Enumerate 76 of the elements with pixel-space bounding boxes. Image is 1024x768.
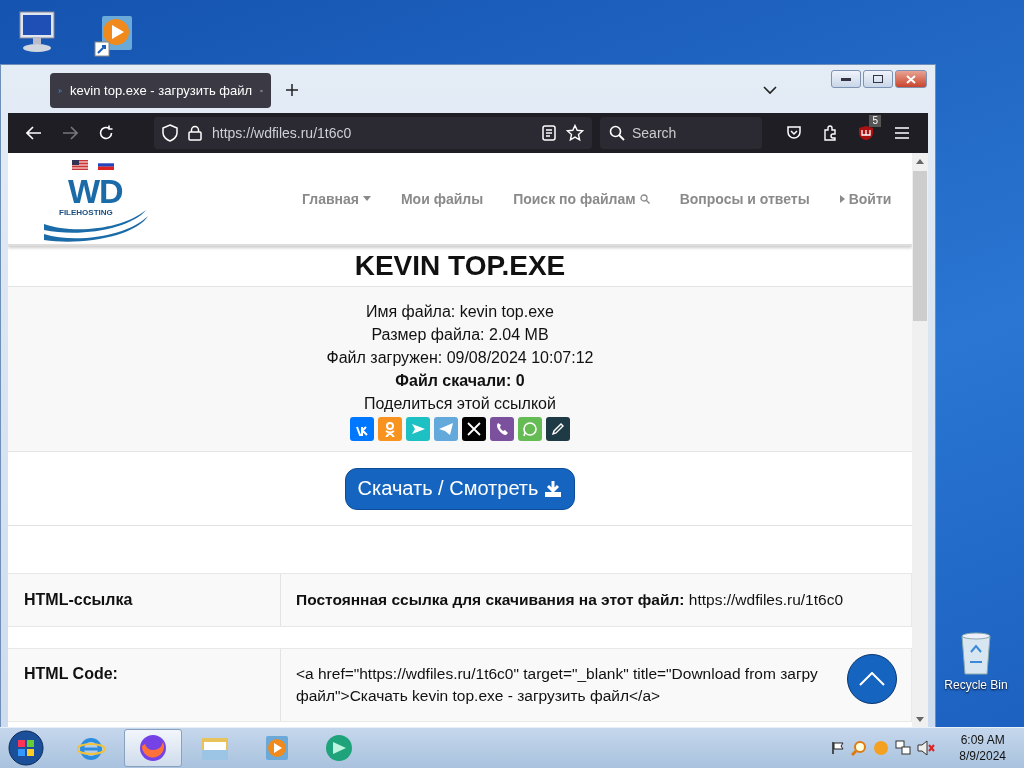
search-icon <box>639 193 650 204</box>
minimize-button[interactable] <box>831 70 861 88</box>
reader-view-icon[interactable] <box>542 125 556 141</box>
count-badge: 5 <box>869 115 881 127</box>
maximize-button[interactable] <box>863 70 893 88</box>
start-button[interactable] <box>6 728 46 768</box>
share-button[interactable] <box>462 417 486 441</box>
shield-badge-icon <box>858 125 874 141</box>
logo-tagline: FILEHOSTING <box>59 207 113 217</box>
share-icon <box>438 421 454 437</box>
logo-text: WD <box>68 173 123 208</box>
pocket-icon <box>786 125 802 141</box>
minimize-icon <box>841 76 851 82</box>
scrollbar-thumb[interactable] <box>913 171 927 321</box>
scroll-up-icon[interactable] <box>916 158 924 164</box>
page-title: KEVIN TOP.EXE <box>353 249 567 283</box>
recycle-bin-icon[interactable] <box>958 630 994 676</box>
file-info-text: Файл скачали: 0 <box>395 371 525 391</box>
table-label: HTML-ссылка <box>8 574 281 626</box>
taskbar-app-button[interactable] <box>124 729 182 767</box>
share-icon <box>466 421 482 437</box>
download-icon <box>544 479 563 498</box>
search-icon <box>609 125 625 141</box>
share-icon <box>522 421 538 437</box>
table-value: Постоянная ссылка для скачивания на этот файл: https://wdfiles.ru/1t6c0 <box>296 590 844 610</box>
share-icon <box>410 421 426 437</box>
star-icon[interactable] <box>566 124 584 142</box>
scroll-down-icon[interactable] <box>916 716 924 722</box>
round-app-icon <box>325 734 353 762</box>
recycle-bin-label: Recycle Bin <box>944 678 1008 692</box>
browser-fox-icon <box>139 734 167 762</box>
file-info-text: Поделиться этой ссылкой <box>364 394 556 414</box>
nav-link[interactable]: Поиск по файлам <box>513 190 650 207</box>
chevron-up-icon <box>859 672 885 686</box>
share-button[interactable] <box>546 417 570 441</box>
flag-icon[interactable] <box>831 741 846 755</box>
media-player-icon <box>263 734 291 762</box>
back-arrow-icon <box>26 126 42 140</box>
shield-icon[interactable] <box>162 124 178 142</box>
file-info-text: Имя файла: kevin top.exe <box>366 302 554 322</box>
clock-time: 6:09 AM <box>960 733 1005 747</box>
file-info-text: Размер файла: 2.04 MB <box>371 325 549 345</box>
flag-icon[interactable] <box>72 159 88 170</box>
start-orb-icon <box>8 730 44 766</box>
browser-tab[interactable]: kevin top.exe - загрузить файл <box>50 73 271 108</box>
network-icon[interactable] <box>895 740 912 756</box>
chevron-down-icon[interactable] <box>763 85 777 95</box>
table-label: HTML Code: <box>8 649 281 721</box>
nav-link[interactable]: Мои файлы <box>400 190 484 207</box>
download-button[interactable]: Скачать / Смотреть <box>344 467 576 510</box>
address-bar[interactable]: https://wdfiles.ru/1t6c0 <box>154 117 592 149</box>
table-value: файл">Скачать kevin top.exe - загрузить файл</a> <box>296 686 661 706</box>
share-icon <box>550 421 566 437</box>
reload-icon <box>98 125 114 141</box>
scrollbar[interactable] <box>912 153 928 727</box>
puzzle-icon <box>822 125 838 141</box>
restore-icon <box>873 75 883 83</box>
caret-down-icon <box>362 196 371 201</box>
file-info-text: Файл загружен: 09/08/2024 10:07:12 <box>326 348 594 368</box>
nav-link[interactable]: Вопросы и ответы <box>679 190 810 207</box>
speaker-muted-icon[interactable] <box>917 740 936 756</box>
table-value: <a href="https://wdfiles.ru/1t6c0" target="_blank" title="Download from загру <box>296 664 818 684</box>
clock-date: 8/9/2024 <box>959 749 1006 763</box>
forward-arrow-icon <box>62 126 78 140</box>
share-button[interactable] <box>490 417 514 441</box>
magnifier-icon[interactable] <box>851 740 868 756</box>
nav-link[interactable]: Главная <box>302 190 371 207</box>
caret-right-icon <box>839 194 845 203</box>
plus-icon[interactable] <box>285 83 299 97</box>
menu-icon <box>894 126 910 140</box>
extension-button[interactable]: 5 <box>848 117 884 149</box>
search-field[interactable]: Search <box>600 117 762 149</box>
lock-icon[interactable] <box>188 125 202 141</box>
share-icon <box>494 421 510 437</box>
close-button[interactable] <box>895 70 927 88</box>
nav-link[interactable]: Войти <box>839 190 892 207</box>
